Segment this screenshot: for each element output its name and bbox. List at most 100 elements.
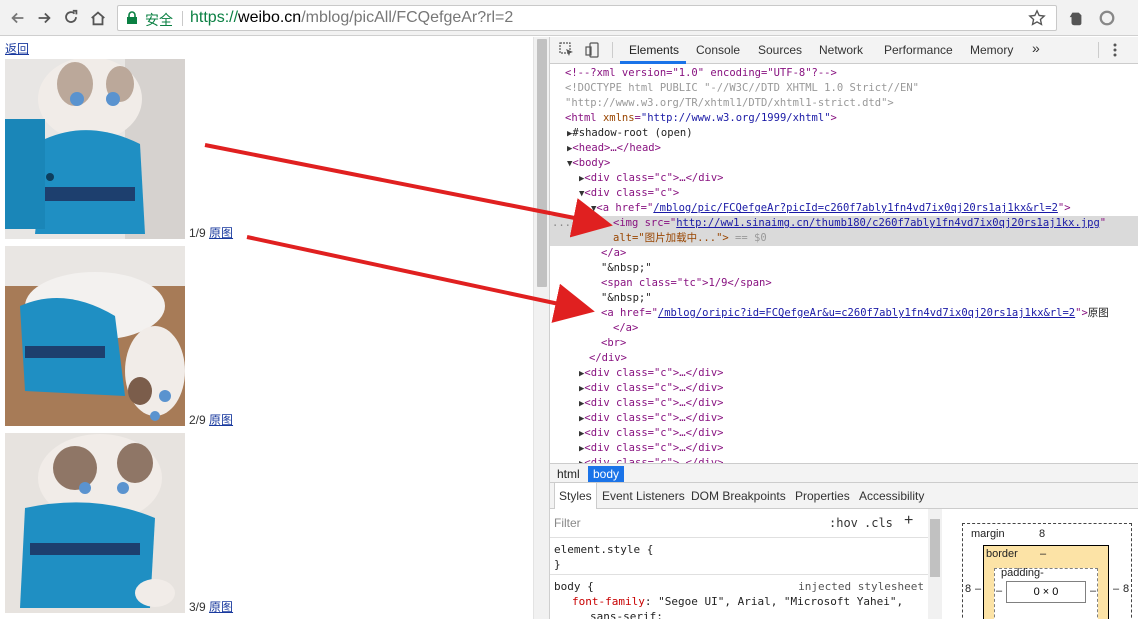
cat-photo[interactable]: [5, 433, 185, 613]
tag-text: <div class="c">…</div>: [584, 382, 724, 394]
doctype-text: "http://www.w3.org/TR/xhtml1/DTD/xhtml1-…: [565, 97, 894, 109]
tab-network[interactable]: Network: [819, 43, 863, 57]
dom-tree[interactable]: <!--?xml version="1.0" encoding="UTF-8"?…: [550, 64, 1138, 464]
href-link[interactable]: /mblog/oripic?id=FCQefgeAr&u=c260f7ably1…: [658, 307, 1075, 319]
tab-accessibility[interactable]: Accessibility: [859, 489, 924, 503]
border-right-value[interactable]: –: [1113, 583, 1119, 595]
dom-line[interactable]: <a href="/mblog/oripic?id=FCQefgeAr&u=c2…: [601, 306, 1109, 321]
doctype-text: <!DOCTYPE html PUBLIC "-//W3C//DTD XHTML…: [565, 82, 920, 94]
breadcrumb-html[interactable]: html: [552, 466, 585, 482]
inspect-element-icon[interactable]: [559, 42, 575, 58]
tab-console[interactable]: Console: [696, 43, 740, 57]
margin-right-value[interactable]: 8: [1123, 583, 1129, 595]
dom-line[interactable]: ▶<div class="c">…</div>: [579, 366, 724, 381]
row-menu-dots[interactable]: ...: [552, 216, 571, 231]
secure-label: 安全: [145, 12, 173, 28]
dom-line[interactable]: ▼<div class="c">: [579, 186, 679, 201]
back-arrow-icon[interactable]: [8, 8, 28, 28]
selector-text: body {: [554, 580, 594, 593]
tab-properties[interactable]: Properties: [795, 489, 850, 503]
back-link[interactable]: 返回: [5, 40, 29, 57]
dom-line[interactable]: ▶<div class="c">…</div>: [579, 171, 724, 186]
cat-photo[interactable]: [5, 246, 185, 426]
box-model-content[interactable]: 0 × 0: [1006, 581, 1086, 603]
more-tabs-chevron-icon[interactable]: »: [1032, 40, 1040, 56]
dom-line[interactable]: </a>: [613, 321, 638, 336]
new-rule-plus-icon[interactable]: +: [904, 512, 913, 530]
dom-line[interactable]: ▶<div class="c">…</div>: [579, 381, 724, 396]
dom-line[interactable]: ▶<div class="c">…</div>: [579, 441, 724, 456]
dom-line[interactable]: ▶<head>…</head>: [567, 141, 661, 156]
border-left-value[interactable]: –: [975, 583, 981, 595]
address-bar[interactable]: 安全 https://weibo.cn/mblog/picAll/FCQefge…: [117, 5, 1057, 31]
evernote-extension-icon[interactable]: [1066, 8, 1086, 28]
home-icon[interactable]: [88, 8, 108, 28]
dom-line[interactable]: <br>: [601, 336, 626, 351]
dom-line-selected[interactable]: ... <img src="http://ww1.sinaimg.cn/thumb…: [550, 216, 1138, 231]
dom-line[interactable]: ▼<body>: [567, 156, 610, 171]
border-label: border: [986, 548, 1018, 560]
lock-icon: [127, 11, 137, 24]
url-protocol: https://: [190, 9, 239, 26]
tab-performance[interactable]: Performance: [884, 43, 953, 57]
page-scrollbar[interactable]: [533, 37, 549, 619]
css-declaration[interactable]: font-family: "Segoe UI", Arial, "Microso…: [550, 594, 928, 609]
tab-elements[interactable]: Elements: [629, 43, 679, 57]
dom-line[interactable]: <span class="tc">1/9</span>: [601, 276, 772, 291]
tab-dom-breakpoints[interactable]: DOM Breakpoints: [691, 489, 786, 503]
margin-left-value[interactable]: 8: [965, 583, 971, 595]
element-style-rule[interactable]: element.style {: [550, 542, 928, 557]
margin-top-value[interactable]: 8: [1039, 528, 1045, 540]
console-ref: == $0: [728, 232, 767, 244]
tab-sources[interactable]: Sources: [758, 43, 802, 57]
original-image-link[interactable]: 原图: [209, 226, 233, 240]
tab-memory[interactable]: Memory: [970, 43, 1013, 57]
dom-line[interactable]: ▶<div class="c">…</div>: [579, 426, 724, 441]
device-toolbar-icon[interactable]: [585, 42, 601, 58]
kebab-menu-icon[interactable]: [1107, 42, 1123, 58]
bookmark-star-icon[interactable]: [1028, 9, 1046, 27]
hover-state-toggle[interactable]: :hov: [829, 516, 858, 530]
styles-scrollbar-thumb[interactable]: [930, 519, 940, 577]
reload-icon[interactable]: [61, 8, 81, 28]
dom-line[interactable]: ▼<a href="/mblog/pic/FCQefgeAr?picId=c26…: [591, 201, 1071, 216]
breadcrumb-body[interactable]: body: [588, 466, 625, 482]
url-text[interactable]: https://weibo.cn/mblog/picAll/FCQefgeAr?…: [190, 9, 513, 27]
original-image-link[interactable]: 原图: [209, 600, 233, 614]
page-scrollbar-thumb[interactable]: [537, 39, 547, 287]
dom-line-selected[interactable]: alt="图片加载中..."> == $0: [550, 231, 1138, 246]
cat-photo[interactable]: [5, 59, 185, 239]
photo-caption: 1/9 原图: [189, 224, 233, 241]
box-model-padding[interactable]: padding- – – 0 × 0: [994, 567, 1098, 619]
tag-text: <a href=": [596, 202, 654, 214]
dom-line[interactable]: "http://www.w3.org/TR/xhtml1/DTD/xhtml1-…: [565, 96, 894, 111]
dom-line[interactable]: </div>: [589, 351, 627, 366]
original-image-link[interactable]: 原图: [209, 413, 233, 427]
body-rule[interactable]: body {injected stylesheet: [550, 579, 928, 594]
dom-line[interactable]: <!DOCTYPE html PUBLIC "-//W3C//DTD XHTML…: [565, 81, 919, 96]
extension-circle-icon[interactable]: [1097, 8, 1117, 28]
class-toggle[interactable]: .cls: [864, 516, 893, 530]
box-model-margin[interactable]: margin 8 8 – – 8 border – padding- – – 0…: [962, 523, 1132, 619]
padding-right-value[interactable]: –: [1090, 585, 1096, 597]
styles-filter-input[interactable]: Filter: [554, 516, 581, 530]
box-model-border[interactable]: border – padding- – – 0 × 0: [983, 545, 1109, 619]
tab-event-listeners[interactable]: Event Listeners: [602, 489, 685, 503]
dom-line[interactable]: <!--?xml version="1.0" encoding="UTF-8"?…: [565, 66, 837, 81]
tab-styles[interactable]: Styles: [554, 483, 597, 509]
dom-line[interactable]: "&nbsp;": [601, 261, 652, 276]
tag-text: <div class="c">: [584, 187, 680, 199]
dom-line[interactable]: "&nbsp;": [601, 291, 652, 306]
dom-line[interactable]: <html xmlns="http://www.w3.org/1999/xhtm…: [565, 111, 837, 126]
src-link[interactable]: http://ww1.sinaimg.cn/thumb180/c260f7abl…: [676, 217, 1100, 229]
dom-line[interactable]: ▶<div class="c">…</div>: [579, 396, 724, 411]
href-link[interactable]: /mblog/pic/FCQefgeAr?picId=c260f7ably1fn…: [653, 202, 1058, 214]
styles-scrollbar[interactable]: [928, 509, 942, 619]
dom-line[interactable]: ▶<div class="c">…</div>: [579, 411, 724, 426]
dom-line[interactable]: ▶#shadow-root (open): [567, 126, 693, 141]
rule-separator: [550, 574, 928, 575]
dom-line[interactable]: </a>: [601, 246, 626, 261]
padding-left-value[interactable]: –: [996, 585, 1002, 597]
border-top-value[interactable]: –: [1040, 548, 1046, 560]
forward-arrow-icon[interactable]: [34, 8, 54, 28]
